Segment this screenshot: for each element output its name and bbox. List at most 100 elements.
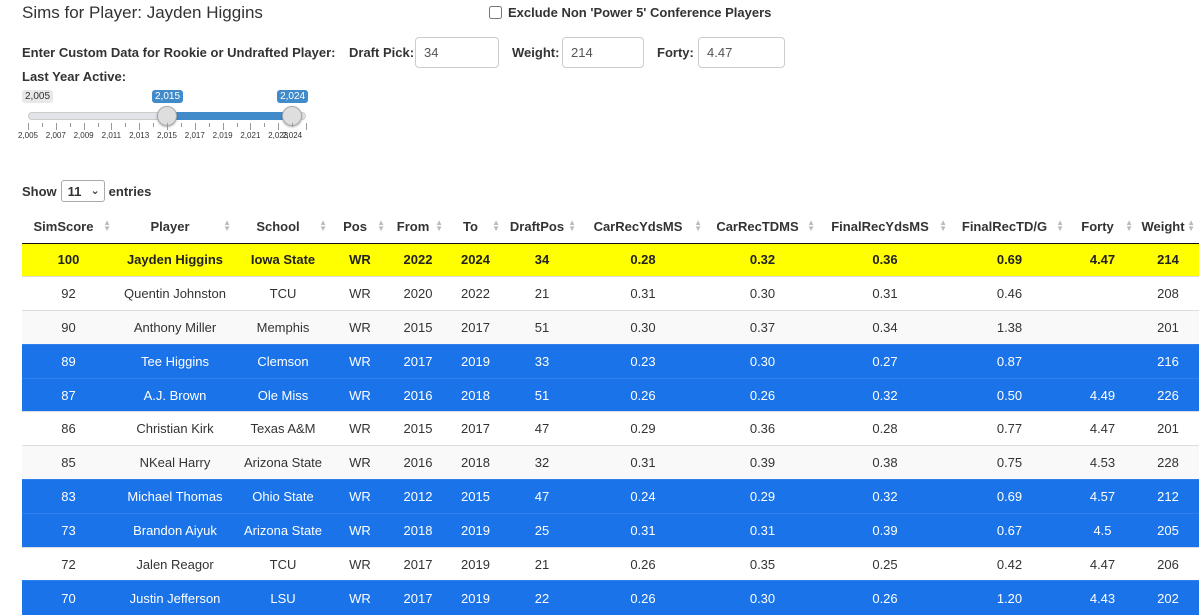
table-cell-weight: 201 bbox=[1137, 411, 1199, 446]
column-header-to[interactable]: To ▲ ▼ bbox=[447, 210, 504, 244]
column-header-finalrectd-g[interactable]: FinalRecTD/G ▲ ▼ bbox=[951, 210, 1068, 244]
table-cell-from: 2012 bbox=[389, 479, 447, 514]
table-cell-carrectdms: 0.37 bbox=[706, 310, 819, 345]
slider-tick bbox=[111, 123, 113, 130]
table-row[interactable]: 73 Brandon Aiyuk Arizona State WR 2018 2019 25… bbox=[22, 512, 1199, 548]
table-cell-from: 2020 bbox=[389, 276, 447, 311]
table-cell-finalrecydsms: 0.38 bbox=[819, 445, 951, 480]
slider-tick-label: 2,017 bbox=[184, 131, 205, 140]
column-header-from[interactable]: From ▲ ▼ bbox=[389, 210, 447, 244]
table-cell-draftpos: 21 bbox=[504, 276, 580, 311]
table-cell-from: 2017 bbox=[389, 343, 447, 379]
column-header-label: DraftPos bbox=[509, 218, 565, 234]
table-cell-to: 2019 bbox=[447, 580, 504, 615]
table-cell-school: Texas A&M bbox=[235, 411, 331, 446]
table-cell-draftpos: 51 bbox=[504, 377, 580, 412]
column-header-finalrecydsms[interactable]: FinalRecYdsMS ▲ ▼ bbox=[819, 210, 951, 244]
exclude-non-power5-checkbox-wrap[interactable]: Exclude Non 'Power 5' Conference Players bbox=[489, 5, 771, 20]
slider-tick-label: 2,019 bbox=[212, 131, 233, 140]
slider-tick bbox=[139, 123, 141, 130]
column-header-school[interactable]: School ▲ ▼ bbox=[235, 210, 331, 244]
column-header-carrecydsms[interactable]: CarRecYdsMS ▲ ▼ bbox=[580, 210, 706, 244]
table-row[interactable]: 83 Michael Thomas Ohio State WR 2012 2015 47 0.… bbox=[22, 479, 1199, 514]
table-row[interactable]: 89 Tee Higgins Clemson WR 2017 2019 33 0.23 0.30… bbox=[22, 343, 1199, 379]
slider-selected-range bbox=[167, 112, 293, 120]
column-header-forty[interactable]: Forty ▲ ▼ bbox=[1068, 210, 1137, 244]
slider-tick-label: 2,013 bbox=[129, 131, 150, 140]
sort-icon: ▲ ▼ bbox=[223, 218, 231, 233]
table-row[interactable]: 70 Justin Jefferson LSU WR 2017 2019 22 0.26 0.3… bbox=[22, 580, 1199, 615]
column-header-label: From bbox=[396, 218, 430, 234]
table-cell-carrectdms: 0.26 bbox=[706, 377, 819, 412]
slider-tick-label: 2,005 bbox=[17, 131, 39, 140]
table-cell-weight: 228 bbox=[1137, 445, 1199, 480]
table-cell-finalrecydsms: 0.27 bbox=[819, 343, 951, 379]
slider-tick-label: 2,015 bbox=[156, 131, 178, 140]
chevron-down-icon: ⌄ bbox=[90, 185, 100, 197]
exclude-non-power5-label: Exclude Non 'Power 5' Conference Players bbox=[508, 5, 772, 20]
table-cell-finalrecydsms: 0.36 bbox=[819, 242, 951, 277]
table-cell-simscore: 90 bbox=[22, 310, 115, 345]
table-row[interactable]: 87 A.J. Brown Ole Miss WR 2016 2018 51 0.26 0.26… bbox=[22, 377, 1199, 412]
column-header-player[interactable]: Player ▲ ▼ bbox=[115, 210, 235, 244]
draft-pick-input[interactable] bbox=[415, 37, 499, 68]
table-cell-weight: 208 bbox=[1137, 276, 1199, 311]
slider-tick bbox=[28, 123, 29, 130]
column-header-simscore[interactable]: SimScore ▲ ▼ bbox=[22, 210, 115, 244]
sort-icon: ▲ ▼ bbox=[492, 218, 500, 233]
table-cell-pos: WR bbox=[331, 546, 389, 581]
table-cell-weight: 202 bbox=[1137, 580, 1199, 615]
table-cell-pos: WR bbox=[331, 580, 389, 615]
column-header-label: Pos bbox=[343, 218, 367, 234]
table-cell-to: 2017 bbox=[447, 310, 504, 345]
sims-table: SimScore ▲ ▼ Player ▲ ▼ School ▲ ▼ Pos ▲ ▼ From ▲ ▼ To ▲… bbox=[22, 210, 1199, 615]
table-cell-draftpos: 32 bbox=[504, 445, 580, 480]
column-header-label: Player bbox=[150, 218, 190, 234]
slider-tick bbox=[83, 123, 85, 130]
sort-icon: ▲ ▼ bbox=[807, 218, 815, 233]
sort-icon: ▲ ▼ bbox=[1056, 218, 1064, 233]
table-row[interactable]: 72 Jalen Reagor TCU WR 2017 2019 21 0.26 0.35 0.2… bbox=[22, 546, 1199, 581]
table-cell-finalrecydsms: 0.28 bbox=[819, 411, 951, 446]
table-header-row: SimScore ▲ ▼ Player ▲ ▼ School ▲ ▼ Pos ▲ ▼ From ▲ ▼ To ▲… bbox=[22, 210, 1199, 244]
column-header-weight[interactable]: Weight ▲ ▼ bbox=[1137, 210, 1199, 244]
table-row[interactable]: 86 Christian Kirk Texas A&M WR 2015 2017 47 0.2… bbox=[22, 411, 1199, 446]
weight-input[interactable] bbox=[562, 37, 644, 68]
table-cell-to: 2019 bbox=[447, 546, 504, 581]
table-cell-player: Justin Jefferson bbox=[115, 580, 235, 615]
table-cell-draftpos: 51 bbox=[504, 310, 580, 345]
column-header-label: CarRecYdsMS bbox=[593, 218, 683, 234]
table-cell-to: 2017 bbox=[447, 411, 504, 446]
column-header-pos[interactable]: Pos ▲ ▼ bbox=[331, 210, 389, 244]
table-cell-draftpos: 47 bbox=[504, 479, 580, 514]
forty-input[interactable] bbox=[698, 37, 785, 68]
last-year-range-slider[interactable]: 2,005 2,015 2,024 2,005 2,007 2,009 2,011 2,… bbox=[18, 88, 312, 148]
table-cell-to: 2019 bbox=[447, 512, 504, 548]
sort-icon: ▲ ▼ bbox=[435, 218, 443, 233]
table-cell-school: Ole Miss bbox=[235, 377, 331, 412]
table-row[interactable]: 90 Anthony Miller Memphis WR 2015 2017 51 0.30 0… bbox=[22, 310, 1199, 345]
entries-select[interactable]: 11 ⌄ bbox=[60, 180, 105, 202]
table-cell-forty: 4.43 bbox=[1068, 580, 1137, 615]
exclude-non-power5-checkbox[interactable] bbox=[489, 6, 502, 19]
table-cell-weight: 216 bbox=[1137, 343, 1199, 379]
column-header-carrectdms[interactable]: CarRecTDMS ▲ ▼ bbox=[706, 210, 819, 244]
table-row[interactable]: 100 Jayden Higgins Iowa State WR 2022 2024 34 0… bbox=[22, 242, 1199, 277]
table-row[interactable]: 92 Quentin Johnston TCU WR 2020 2022 21 0.31 0.3… bbox=[22, 276, 1199, 311]
table-cell-pos: WR bbox=[331, 479, 389, 514]
table-cell-to: 2019 bbox=[447, 343, 504, 379]
slider-tick bbox=[55, 123, 57, 130]
table-cell-weight: 226 bbox=[1137, 377, 1199, 412]
column-header-draftpos[interactable]: DraftPos ▲ ▼ bbox=[504, 210, 580, 244]
table-cell-pos: WR bbox=[331, 276, 389, 311]
table-cell-finalrectd-g: 0.77 bbox=[951, 411, 1068, 446]
table-cell-finalrecydsms: 0.31 bbox=[819, 276, 951, 311]
table-cell-pos: WR bbox=[331, 343, 389, 379]
sort-icon: ▲ ▼ bbox=[319, 218, 327, 233]
table-row[interactable]: 85 NKeal Harry Arizona State WR 2016 2018 32 0.… bbox=[22, 445, 1199, 480]
slider-tick bbox=[278, 123, 280, 130]
table-cell-player: Michael Thomas bbox=[115, 479, 235, 514]
slider-tick bbox=[125, 123, 127, 127]
table-cell-pos: WR bbox=[331, 445, 389, 480]
table-cell-from: 2017 bbox=[389, 580, 447, 615]
